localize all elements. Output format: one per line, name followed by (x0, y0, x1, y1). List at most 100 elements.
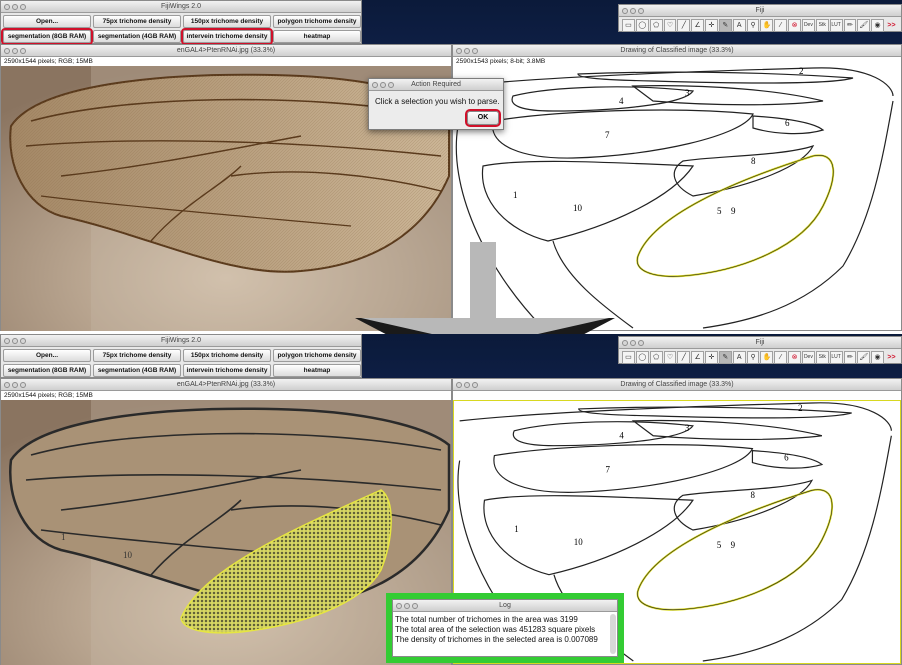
classified-image-canvas[interactable]: 2 3 4 6 7 8 1 10 5 9 (453, 66, 901, 330)
brush-icon[interactable]: 🖌 (857, 351, 871, 364)
point-icon[interactable]: ✛ (705, 19, 718, 32)
heatmap-button[interactable]: heatmap (273, 364, 361, 377)
brush-icon[interactable]: 🖌 (857, 19, 871, 32)
lut-tool[interactable]: LUT (829, 19, 843, 32)
window-controls[interactable] (4, 3, 28, 14)
window-controls[interactable] (456, 47, 480, 58)
flood-icon[interactable]: ◉ (871, 351, 885, 364)
region-label-3: 3 (685, 88, 690, 98)
text-tool[interactable]: A (732, 19, 746, 32)
angle-icon[interactable]: ∠ (691, 19, 705, 32)
stk-tool[interactable]: Stk (815, 351, 829, 364)
classified-window-title: Drawing of Classified image (33.3%) (620, 381, 734, 388)
trichome-density-75px-button[interactable]: 75px trichome density (93, 15, 181, 28)
text-tool[interactable]: A (732, 351, 746, 364)
rectangle-icon[interactable]: ▭ (622, 351, 635, 364)
classified-window-titlebar: Drawing of Classified image (33.3%) (453, 45, 901, 57)
window-controls[interactable] (4, 381, 28, 392)
hand-icon[interactable]: ✋ (760, 351, 774, 364)
freehand-icon[interactable]: ♡ (663, 19, 677, 32)
point-icon[interactable]: ✛ (705, 351, 718, 364)
polygon-icon[interactable]: ⬠ (649, 19, 663, 32)
open-button[interactable]: Open... (3, 349, 91, 362)
trichome-density-150px-button[interactable]: 150px trichome density (183, 349, 271, 362)
dev-tool[interactable]: Dev (801, 351, 815, 364)
pencil-icon[interactable]: ✏ (843, 19, 857, 32)
more-icon[interactable]: >> (885, 19, 898, 32)
window-controls[interactable] (372, 81, 396, 92)
angle-icon[interactable]: ∠ (691, 351, 705, 364)
log-line: The total area of the selection was 4512… (395, 625, 596, 634)
fijiwings-button-grid: Open... 75px trichome density 150px tric… (1, 13, 361, 45)
log-title: Log (499, 602, 511, 609)
intervein-trichome-density-button[interactable]: intervein trichome density (183, 364, 271, 377)
wing-window-titlebar: enGAL4>PtenRNAi.jpg (33.3%) (1, 45, 451, 57)
region-label-1: 1 (514, 524, 518, 534)
window-controls[interactable] (396, 602, 420, 613)
heatmap-button[interactable]: heatmap (273, 30, 361, 43)
log-line: The density of trichomes in the selected… (395, 635, 598, 644)
window-controls[interactable] (4, 337, 28, 348)
fiji-title: Fiji (755, 339, 765, 346)
fijiwings-title: FijiWings 2.0 (160, 337, 202, 344)
segmentation-4gb-button[interactable]: segmentation (4GB RAM) (93, 364, 181, 377)
wing-window-titlebar: enGAL4>PtenRNAi.jpg (33.3%) (1, 379, 451, 391)
trichome-density-150px-button[interactable]: 150px trichome density (183, 15, 271, 28)
fijiwings-button-grid: Open... 75px trichome density 150px tric… (1, 347, 361, 379)
segmentation-8gb-button[interactable]: segmentation (8GB RAM) (3, 364, 91, 377)
classified-image-info (453, 391, 901, 400)
magnifier-icon[interactable]: ⚲ (746, 19, 760, 32)
log-scrollbar[interactable] (610, 614, 616, 654)
flood-icon[interactable]: ◉ (871, 19, 885, 32)
wing-window-title: enGAL4>PtenRNAi.jpg (33.3%) (176, 47, 276, 54)
fijiwings-titlebar: FijiWings 2.0 (1, 1, 361, 13)
polygon-trichome-density-button[interactable]: polygon trichome density (273, 349, 361, 362)
hand-icon[interactable]: ✋ (760, 19, 774, 32)
line-icon[interactable]: ╱ (677, 19, 691, 32)
rectangle-icon[interactable]: ▭ (622, 19, 635, 32)
classified-drawing: 2 3 4 6 7 8 1 10 5 9 (455, 66, 894, 329)
segmentation-8gb-button[interactable]: segmentation (8GB RAM) (1, 28, 93, 45)
line-icon[interactable]: ╱ (677, 351, 691, 364)
wing-region-label-1: 1 (61, 532, 66, 542)
trichome-density-75px-button[interactable]: 75px trichome density (93, 349, 181, 362)
fiji-toolbar-window: Fiji ▭ ◯ ⬠ ♡ ╱ ∠ ✛ ✎ A ⚲ ✋ ⁄ ⊗ Dev Stk L… (618, 4, 902, 32)
more-icon[interactable]: >> (885, 351, 898, 364)
close-red-icon[interactable]: ⊗ (788, 351, 801, 364)
oval-icon[interactable]: ◯ (635, 351, 649, 364)
window-controls[interactable] (456, 381, 480, 392)
window-controls[interactable] (622, 339, 646, 350)
wand-icon[interactable]: ✎ (718, 351, 732, 364)
region-label-7: 7 (606, 464, 611, 474)
wing-image-canvas[interactable]: 1 10 (1, 400, 451, 665)
dev-tool[interactable]: Dev (801, 19, 815, 32)
lut-tool[interactable]: LUT (829, 351, 843, 364)
oval-icon[interactable]: ◯ (635, 19, 649, 32)
polygon-trichome-density-button[interactable]: polygon trichome density (273, 15, 361, 28)
action-dialog-message: Click a selection you wish to parse. (375, 97, 500, 106)
open-button[interactable]: Open... (3, 15, 91, 28)
region-label-1: 1 (513, 190, 518, 200)
bottom-screenshot-panel: FijiWings 2.0 Open... 75px trichome dens… (0, 334, 902, 665)
freehand-icon[interactable]: ♡ (663, 351, 677, 364)
ok-button[interactable]: OK (465, 109, 501, 127)
classified-image-window: Drawing of Classified image (33.3%) 2590… (452, 44, 902, 331)
pencil-icon[interactable]: ✏ (843, 351, 857, 364)
segmentation-4gb-button[interactable]: segmentation (4GB RAM) (93, 30, 181, 43)
fijiwings-window: FijiWings 2.0 Open... 75px trichome dens… (0, 334, 362, 378)
close-red-icon[interactable]: ⊗ (788, 19, 801, 32)
window-controls[interactable] (4, 47, 28, 58)
wand-icon[interactable]: ✎ (718, 19, 732, 32)
window-controls[interactable] (622, 7, 646, 18)
polygon-icon[interactable]: ⬠ (649, 351, 663, 364)
region-label-4: 4 (619, 96, 624, 106)
region-label-3: 3 (685, 423, 690, 433)
dropper-icon[interactable]: ⁄ (774, 19, 788, 32)
intervein-trichome-density-button[interactable]: intervein trichome density (181, 28, 273, 45)
region-label-6: 6 (785, 118, 790, 128)
wing-region-label-10: 10 (123, 550, 133, 560)
magnifier-icon[interactable]: ⚲ (746, 351, 760, 364)
region-label-2: 2 (798, 403, 802, 413)
stk-tool[interactable]: Stk (815, 19, 829, 32)
dropper-icon[interactable]: ⁄ (774, 351, 788, 364)
